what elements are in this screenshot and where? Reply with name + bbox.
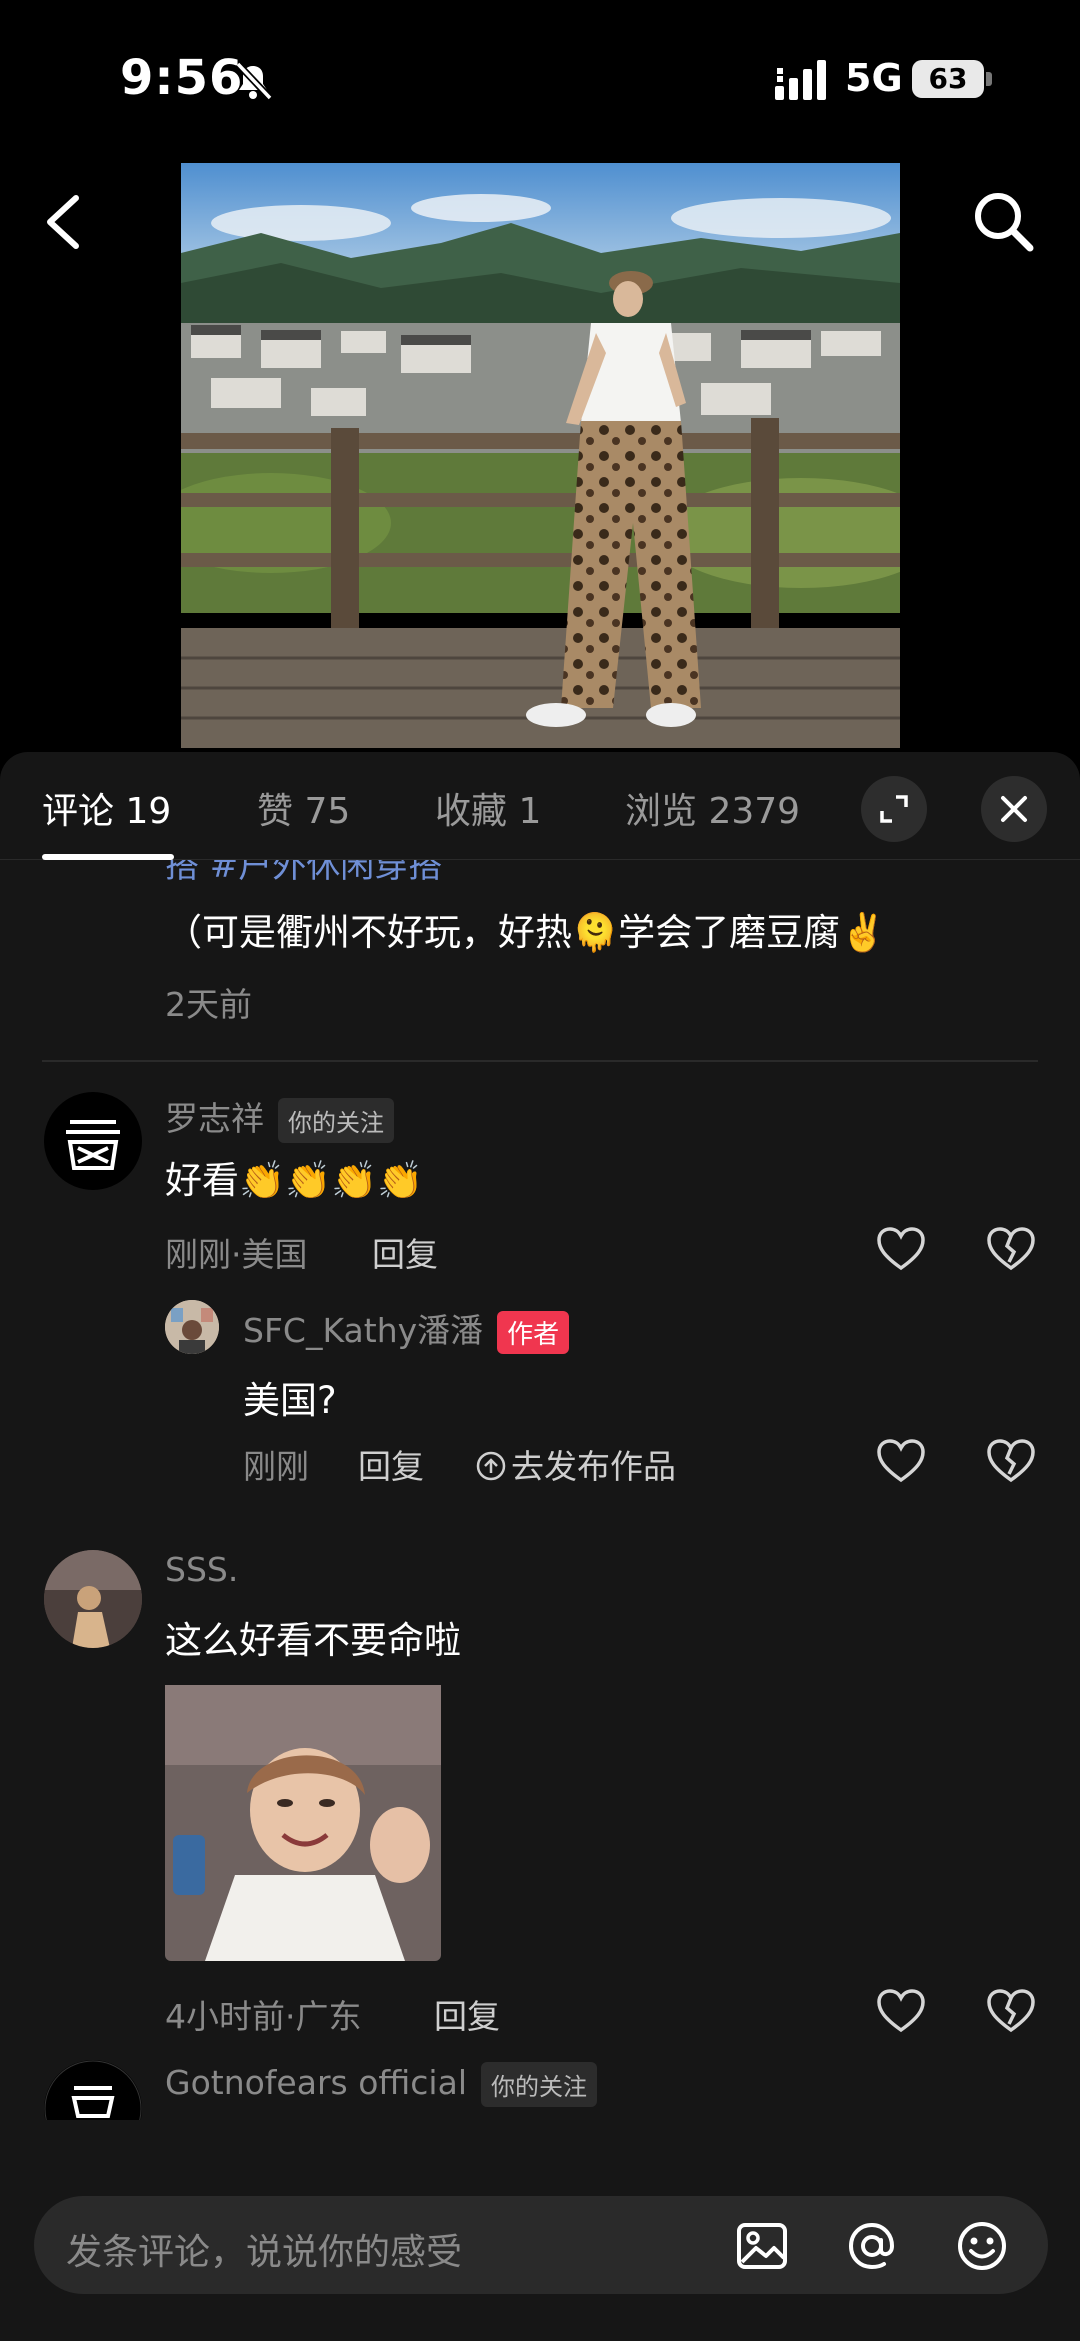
reply-text: 美国? (243, 1379, 337, 1422)
tab-views[interactable]: 浏览 2379 (625, 782, 800, 834)
comment-author-row: Gotnofears official 你的关注 (165, 2062, 597, 2107)
image-icon[interactable] (734, 2218, 790, 2274)
mute-bell-icon (235, 61, 273, 101)
tab-likes[interactable]: 赞 75 (257, 782, 350, 834)
close-icon (1001, 796, 1027, 822)
comment-sheet: 评论 19 赞 75 收藏 1 浏览 2379 搭 #户外休闲穿搭 （可是衢州不… (0, 752, 1080, 2341)
avatar[interactable] (44, 1092, 142, 1190)
avatar[interactable] (44, 1550, 142, 1648)
like-heart-icon[interactable] (876, 1438, 926, 1484)
signal-icon (775, 60, 826, 100)
reply-button[interactable]: 回复 (372, 1228, 438, 1276)
battery-tip (986, 72, 992, 86)
avatar-photo (44, 1550, 142, 1648)
dislike-broken-heart-icon[interactable] (986, 1438, 1036, 1484)
comment-text: 好看👏👏👏👏 (165, 1159, 424, 1202)
following-badge: 你的关注 (278, 1098, 394, 1143)
following-badge: 你的关注 (481, 2062, 597, 2107)
comment-text: （可是衢州不好玩，好热🫠学会了磨豆腐✌️ (165, 911, 887, 954)
tab-favorites[interactable]: 收藏 1 (435, 782, 541, 834)
post-photo[interactable] (181, 163, 900, 748)
expand-icon (880, 795, 908, 823)
reply-button[interactable]: 回复 (358, 1440, 424, 1488)
back-arrow-icon[interactable] (40, 190, 88, 254)
reply-button[interactable]: 回复 (434, 1990, 500, 2038)
reply-author[interactable]: SFC_Kathy潘潘 (243, 1311, 483, 1350)
author-badge: 作者 (497, 1311, 570, 1354)
avatar[interactable] (44, 2060, 142, 2120)
comment-author[interactable]: SSS. (165, 1550, 238, 1589)
close-button[interactable] (981, 776, 1047, 842)
status-bar: 9:56 5G 63 (0, 0, 1080, 160)
comment-author[interactable]: 罗志祥 (165, 1099, 264, 1138)
avatar-logo-icon (45, 1093, 141, 1189)
dislike-broken-heart-icon[interactable] (986, 1226, 1036, 1272)
search-icon[interactable] (970, 188, 1036, 254)
comment-input-placeholder: 发条评论，说说你的感受 (66, 2232, 463, 2273)
upload-circle-icon (476, 1451, 506, 1481)
like-heart-icon[interactable] (876, 1226, 926, 1272)
publish-work-label: 去发布作品 (511, 1447, 676, 1486)
avatar-logo-icon (44, 2060, 142, 2120)
reply-meta: 刚刚 (243, 1447, 309, 1486)
comment-text: 这么好看不要命啦 (165, 1619, 461, 1662)
status-time: 9:56 (120, 50, 244, 106)
dislike-broken-heart-icon[interactable] (986, 1988, 1036, 2034)
comment-list: 搭 #户外休闲穿搭 （可是衢州不好玩，好热🫠学会了磨豆腐✌️ 2天前 罗志祥 你的… (0, 860, 1080, 2120)
tab-bar: 评论 19 赞 75 收藏 1 浏览 2379 (0, 752, 1080, 860)
emoji-icon[interactable] (954, 2218, 1010, 2274)
comment-input-bar: 发条评论，说说你的感受 (0, 2120, 1080, 2341)
avatar-photo (165, 1300, 219, 1354)
tab-comments[interactable]: 评论 19 (42, 782, 171, 834)
network-label: 5G (845, 56, 903, 100)
reply-author-row: SFC_Kathy潘潘 作者 (243, 1304, 570, 1354)
mention-at-icon[interactable] (844, 2218, 900, 2274)
battery-level: 63 (912, 60, 984, 98)
comment-input[interactable]: 发条评论，说说你的感受 (34, 2196, 1048, 2294)
comment-author-row: 罗志祥 你的关注 (165, 1092, 394, 1143)
expand-button[interactable] (861, 776, 927, 842)
avatar[interactable] (165, 1300, 219, 1354)
comment-meta: 4小时前·广东 (165, 1997, 362, 2036)
publish-work-link[interactable]: 去发布作品 (475, 1440, 676, 1488)
comment-image-sticker[interactable] (165, 1685, 441, 1961)
like-heart-icon[interactable] (876, 1988, 926, 2034)
divider (42, 1060, 1038, 1062)
comment-time: 2天前 (165, 985, 252, 1024)
comment-meta: 刚刚·美国 (165, 1235, 308, 1274)
hashtag-link[interactable]: 搭 #户外休闲穿搭 (165, 860, 442, 887)
comment-author[interactable]: Gotnofears official (165, 2063, 467, 2102)
